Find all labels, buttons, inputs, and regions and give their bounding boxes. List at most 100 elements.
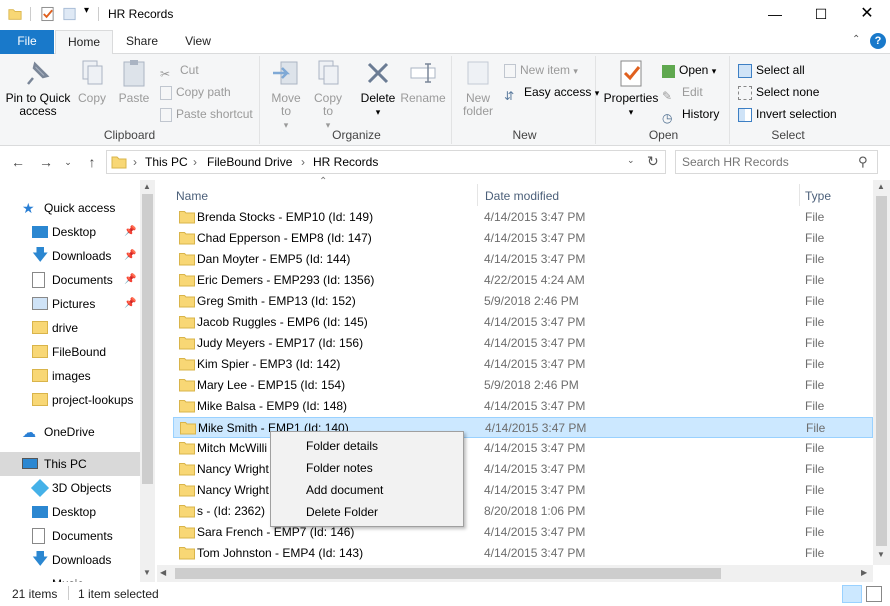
scroll-up-icon[interactable]: ▲ (877, 182, 885, 191)
nav-item-images[interactable]: images (0, 364, 140, 388)
pin-to-quick-access-button[interactable]: Pin to Quick access (4, 58, 72, 118)
close-button[interactable]: ✕ (844, 0, 890, 30)
scroll-left-icon[interactable]: ◀ (160, 568, 166, 577)
scroll-down-icon[interactable]: ▼ (143, 568, 151, 577)
file-name: Chad Epperson - EMP8 (Id: 147) (197, 231, 372, 245)
table-row[interactable]: Greg Smith - EMP13 (Id: 152) 5/9/2018 2:4… (173, 291, 873, 312)
delete-button[interactable]: Delete ▾ (358, 58, 398, 119)
nav-item-drive[interactable]: drive (0, 316, 140, 340)
menu-item-folder-details[interactable]: Folder details (273, 435, 461, 457)
nav-item-pc-documents[interactable]: Documents (0, 524, 140, 548)
cut-button[interactable]: ✂ Cut (160, 60, 199, 81)
minimize-button[interactable]: — (752, 0, 798, 30)
new-folder-icon[interactable] (62, 6, 77, 22)
file-name: Tom Johnston - EMP4 (Id: 143) (197, 546, 364, 560)
properties-button[interactable]: Properties ▾ (600, 58, 662, 119)
scroll-right-icon[interactable]: ▶ (861, 568, 867, 577)
nav-item-pc-downloads[interactable]: 🡇 Downloads (0, 548, 140, 572)
column-separator[interactable] (477, 184, 478, 206)
tab-share[interactable]: Share (114, 30, 170, 54)
open-button[interactable]: Open ▾ (662, 60, 716, 80)
table-row[interactable]: Brenda Stocks - EMP10 (Id: 149) 4/14/2015… (173, 207, 873, 228)
customize-toolbar-chevron-icon[interactable]: ▾ (84, 5, 89, 21)
scroll-thumb[interactable] (175, 568, 721, 579)
recent-locations-chevron-icon[interactable]: ⌄ (58, 152, 78, 172)
search-box[interactable]: ⚲ (675, 150, 878, 174)
column-header-date-modified[interactable]: Date modified (485, 184, 559, 208)
nav-item-quick-access[interactable]: ★ Quick access (0, 196, 140, 220)
history-button[interactable]: ◷ History (662, 104, 719, 125)
tab-file[interactable]: File (0, 30, 54, 54)
table-row[interactable]: Mary Lee - EMP15 (Id: 154) 5/9/2018 2:46 … (173, 375, 873, 396)
up-arrow-icon[interactable]: ↑ (82, 152, 102, 172)
nav-item-project-lookups[interactable]: project-lookups (0, 388, 140, 412)
scroll-thumb[interactable] (142, 194, 153, 484)
scroll-up-icon[interactable]: ▲ (143, 182, 151, 191)
invert-selection-button[interactable]: Invert selection (738, 104, 837, 124)
nav-scrollbar[interactable]: ▲ ▼ (140, 180, 155, 582)
rename-button[interactable]: Rename (400, 58, 446, 105)
details-view-icon[interactable] (842, 585, 862, 603)
properties-icon[interactable] (40, 6, 55, 22)
menu-item-delete-folder[interactable]: Delete Folder (273, 501, 461, 523)
address-bar[interactable]: › This PC › FileBound Drive › HR Records… (106, 150, 666, 174)
new-folder-button[interactable]: New folder (456, 58, 500, 118)
breadcrumb-filebound-drive[interactable]: FileBound Drive (207, 155, 292, 169)
column-header-name[interactable]: Name (176, 184, 208, 208)
breadcrumb-this-pc[interactable]: This PC (145, 155, 188, 169)
expand-ribbon-chevron-icon[interactable]: ⌃ (852, 34, 860, 45)
table-row[interactable]: Kim Spier - EMP3 (Id: 142) 4/14/2015 3:47… (173, 354, 873, 375)
scroll-down-icon[interactable]: ▼ (877, 550, 885, 559)
copy-to-button[interactable]: Copy to ▾ (308, 58, 348, 132)
copy-to-icon (318, 60, 339, 85)
maximize-button[interactable]: ☐ (798, 0, 844, 30)
table-row[interactable]: Chad Epperson - EMP8 (Id: 147) 4/14/2015 … (173, 228, 873, 249)
table-row[interactable]: Jacob Ruggles - EMP6 (Id: 145) 4/14/2015 … (173, 312, 873, 333)
large-icons-view-icon[interactable] (866, 586, 882, 602)
breadcrumb-hr-records[interactable]: HR Records (313, 155, 378, 169)
nav-item-filebound[interactable]: FileBound (0, 340, 140, 364)
easy-access-button[interactable]: ⇵ Easy access ▾ (504, 82, 599, 103)
menu-item-folder-notes[interactable]: Folder notes (273, 457, 461, 479)
file-list-horizontal-scrollbar[interactable]: ◀ ▶ (157, 565, 873, 582)
easy-access-icon: ⇵ (504, 89, 515, 103)
select-all-button[interactable]: Select all (738, 60, 805, 80)
nav-item-this-pc[interactable]: This PC (0, 452, 140, 476)
nav-item-pc-desktop[interactable]: Desktop (0, 500, 140, 524)
select-none-button[interactable]: Select none (738, 82, 819, 102)
file-list-vertical-scrollbar[interactable]: ▲ ▼ (873, 180, 890, 565)
table-row[interactable]: Mike Balsa - EMP9 (Id: 148) 4/14/2015 3:4… (173, 396, 873, 417)
table-row[interactable]: Tom Johnston - EMP4 (Id: 143) 4/14/2015 3… (173, 543, 873, 564)
copy-path-button[interactable]: Copy path (160, 82, 231, 102)
table-row[interactable]: Eric Demers - EMP293 (Id: 1356) 4/22/2015… (173, 270, 873, 291)
paste-button[interactable]: Paste (114, 58, 154, 105)
menu-item-add-document[interactable]: Add document (273, 479, 461, 501)
tab-home[interactable]: Home (55, 30, 113, 55)
forward-arrow-icon[interactable]: → (36, 152, 56, 172)
move-to-button[interactable]: Move to ▾ (266, 58, 306, 132)
refresh-icon[interactable]: ↻ (647, 153, 659, 170)
column-separator[interactable] (799, 184, 800, 206)
scroll-thumb[interactable] (876, 196, 887, 546)
paste-shortcut-button[interactable]: Paste shortcut (160, 104, 253, 124)
table-row[interactable]: Dan Moyter - EMP5 (Id: 144) 4/14/2015 3:4… (173, 249, 873, 270)
nav-item-onedrive[interactable]: ☁ OneDrive (0, 420, 140, 444)
back-arrow-icon[interactable]: ← (8, 152, 28, 172)
copy-button[interactable]: Copy (74, 58, 110, 105)
search-icon[interactable]: ⚲ (858, 154, 868, 170)
edit-button[interactable]: ✎ Edit (662, 82, 703, 103)
help-icon[interactable]: ? (870, 33, 886, 49)
file-date-modified: 5/9/2018 2:46 PM (484, 378, 579, 392)
column-header-type[interactable]: Type (805, 184, 831, 208)
table-row[interactable]: Judy Meyers - EMP17 (Id: 156) 4/14/2015 3… (173, 333, 873, 354)
nav-item-desktop[interactable]: Desktop 📌 (0, 220, 140, 244)
address-dropdown-chevron-icon[interactable]: ⌄ (627, 155, 635, 166)
nav-item-music[interactable]: Music (0, 572, 140, 582)
nav-item-pictures[interactable]: Pictures 📌 (0, 292, 140, 316)
nav-item-downloads[interactable]: 🡇 Downloads 📌 (0, 244, 140, 268)
search-input[interactable] (682, 154, 852, 170)
tab-view[interactable]: View (170, 30, 226, 54)
nav-item-3d-objects[interactable]: 3D Objects (0, 476, 140, 500)
nav-item-documents[interactable]: Documents 📌 (0, 268, 140, 292)
new-item-button[interactable]: New item ▾ (504, 60, 578, 80)
